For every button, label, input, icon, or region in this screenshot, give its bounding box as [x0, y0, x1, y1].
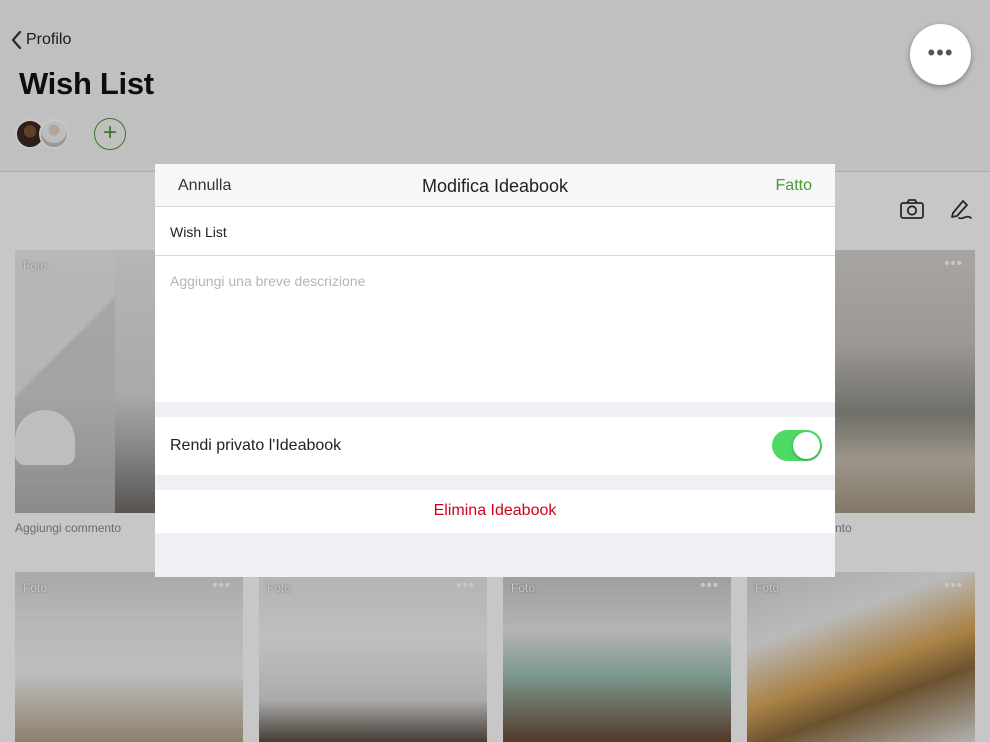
private-label: Rendi privato l'Ideabook	[170, 437, 342, 454]
private-toggle[interactable]	[772, 430, 822, 461]
edit-ideabook-modal: Annulla Modifica Ideabook Fatto Wish Lis…	[155, 164, 835, 577]
ideabook-name-field[interactable]: Wish List	[155, 207, 835, 256]
done-button[interactable]: Fatto	[776, 177, 812, 195]
private-row: Rendi privato l'Ideabook	[155, 417, 835, 475]
modal-header: Annulla Modifica Ideabook Fatto	[155, 164, 835, 207]
toggle-knob	[793, 432, 820, 459]
description-field[interactable]: Aggiungi una breve descrizione	[155, 256, 835, 402]
more-options-button[interactable]: •••	[910, 24, 971, 85]
delete-ideabook-button[interactable]: Elimina Ideabook	[155, 490, 835, 533]
more-dots-icon: •••	[927, 40, 954, 65]
modal-title: Modifica Ideabook	[421, 176, 569, 196]
